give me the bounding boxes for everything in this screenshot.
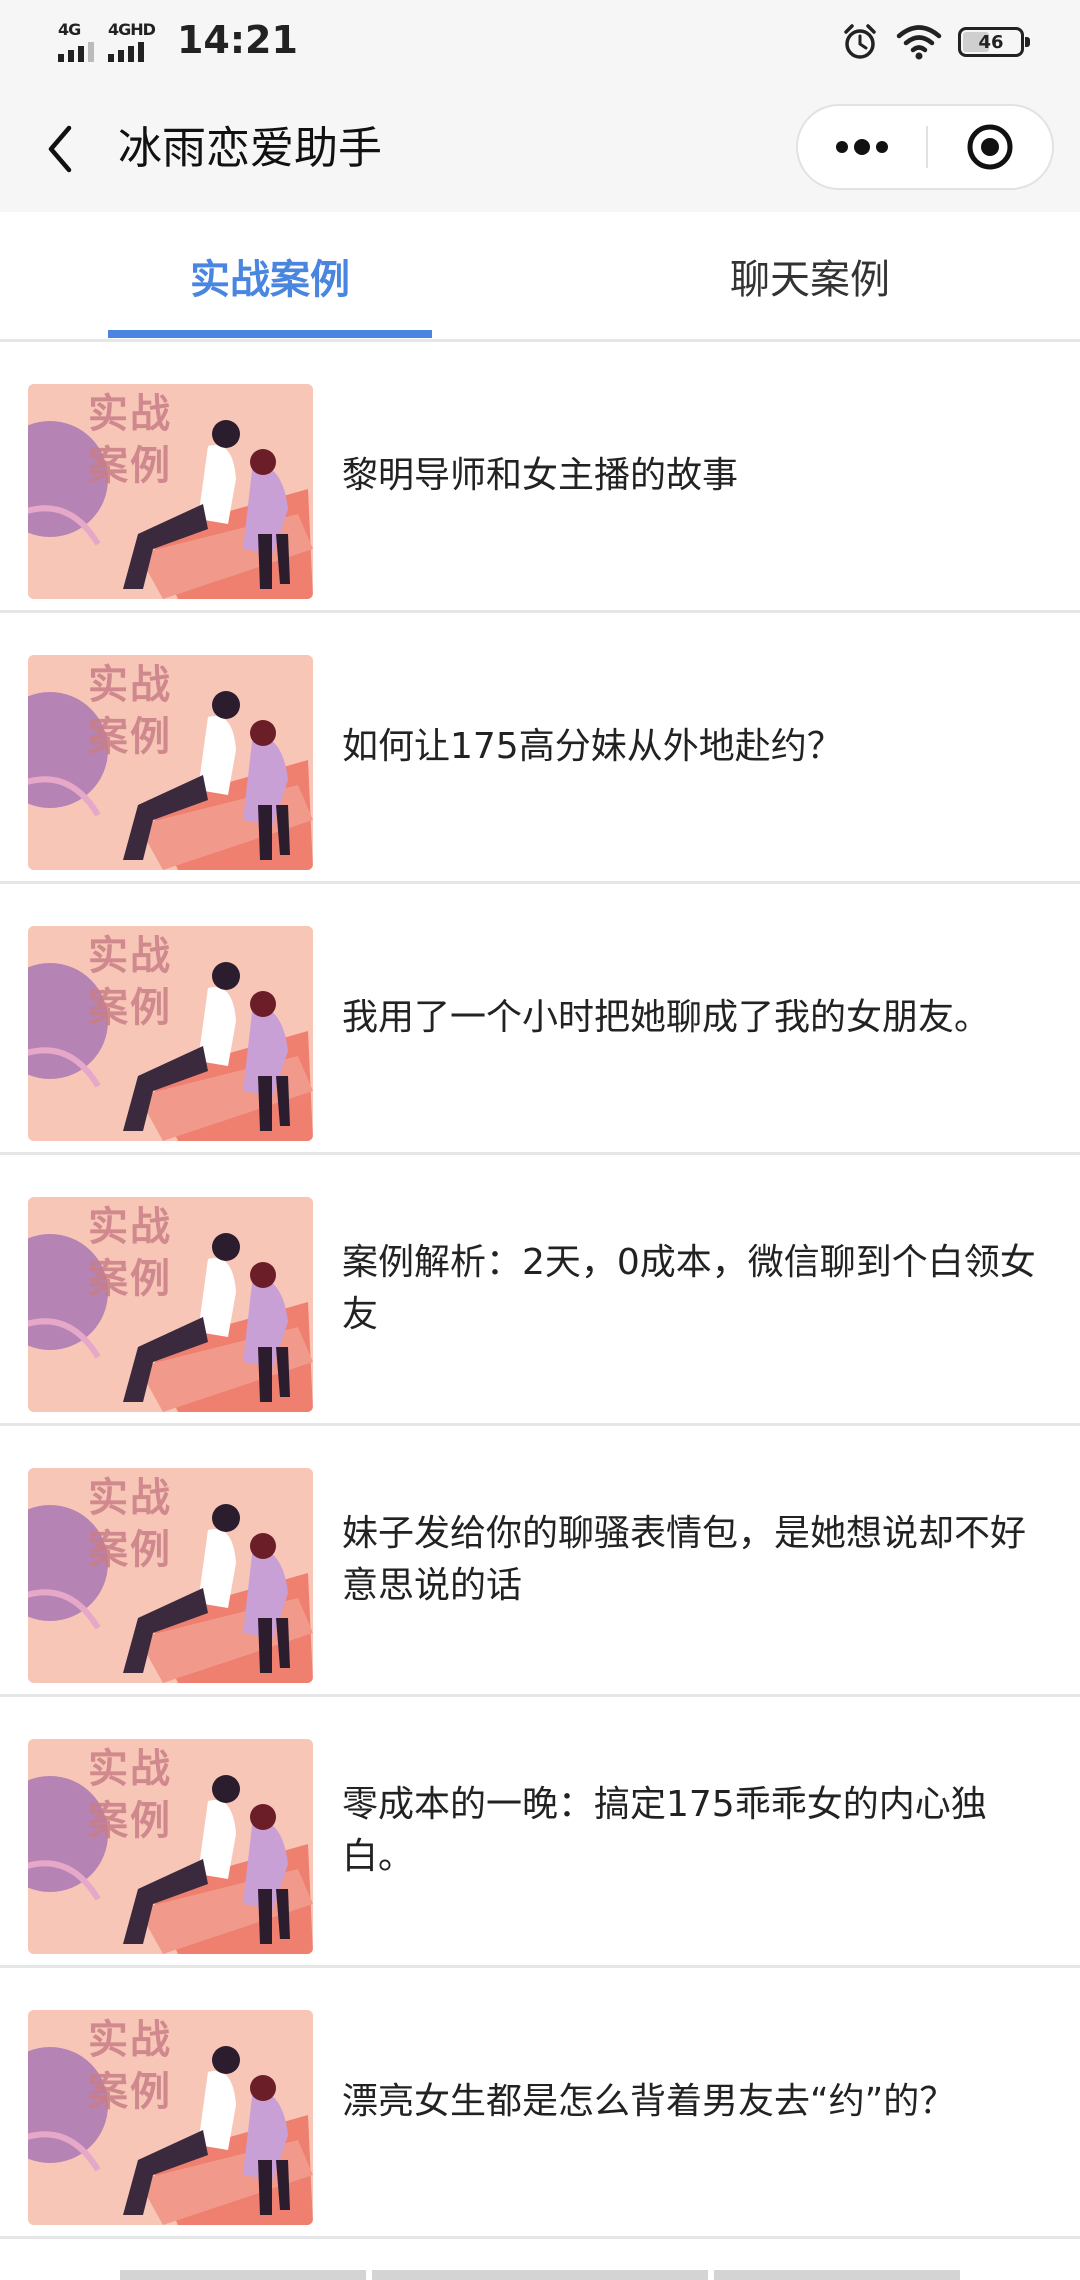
article-thumbnail: 实战 案例 bbox=[28, 1197, 313, 1412]
more-button[interactable] bbox=[798, 106, 926, 188]
chevron-left-icon bbox=[48, 125, 72, 173]
article-title: 漂亮女生都是怎么背着男友去“约”的？ bbox=[342, 2081, 956, 2122]
list-item[interactable]: 实战 案例 零成本的一晚：搞定175乖乖女的内心独白。 bbox=[0, 1697, 1080, 1968]
article-title: 我用了一个小时把她聊成了我的女朋友。 bbox=[342, 997, 991, 1038]
article-title: 妹子发给你的聊骚表情包，是她想说却不好意思说的话 bbox=[342, 1513, 1027, 1606]
battery-level: 46 bbox=[978, 31, 1004, 53]
article-title: 如何让175高分妹从外地赴约？ bbox=[342, 726, 843, 767]
thumbnail-caption: 实战 案例 bbox=[88, 933, 172, 1031]
thumbnail-caption: 实战 案例 bbox=[88, 1746, 172, 1844]
alarm-clock-icon bbox=[844, 24, 876, 59]
tab-chat-cases[interactable]: 聊天案例 bbox=[648, 212, 972, 339]
more-dots-icon bbox=[836, 139, 888, 155]
signal-icon: 4G bbox=[58, 22, 94, 62]
clock: 14:21 bbox=[176, 18, 298, 62]
tab-combat-cases[interactable]: 实战案例 bbox=[108, 212, 432, 339]
signal-label-2: 4GHD bbox=[108, 20, 156, 39]
article-title: 黎明导师和女主播的故事 bbox=[342, 455, 739, 496]
active-tab-indicator bbox=[108, 330, 432, 338]
article-thumbnail: 实战 案例 bbox=[28, 1468, 313, 1683]
article-title: 零成本的一晚：搞定175乖乖女的内心独白。 bbox=[342, 1784, 987, 1877]
close-mini-program-button[interactable] bbox=[928, 106, 1052, 188]
status-bar: 4G 4GHD 14:21 46 bbox=[0, 0, 1080, 86]
article-title: 案例解析：2天，0成本，微信聊到个白领女友 bbox=[342, 1242, 1036, 1335]
list-item[interactable]: 实战 案例 如何让175高分妹从外地赴约？ bbox=[0, 613, 1080, 884]
article-thumbnail: 实战 案例 bbox=[28, 2010, 313, 2225]
article-thumbnail: 实战 案例 bbox=[28, 655, 313, 870]
list-item[interactable]: 实战 案例 妹子发给你的聊骚表情包，是她想说却不好意思说的话 bbox=[0, 1426, 1080, 1697]
thumbnail-caption: 实战 案例 bbox=[88, 1204, 172, 1302]
thumbnail-caption: 实战 案例 bbox=[88, 1475, 172, 1573]
wifi-icon bbox=[896, 25, 942, 60]
target-circle-icon bbox=[967, 124, 1013, 170]
next-item-preview bbox=[120, 2270, 366, 2280]
battery-indicator: 46 bbox=[958, 27, 1030, 57]
article-thumbnail: 实战 案例 bbox=[28, 1739, 313, 1954]
page-title: 冰雨恋爱助手 bbox=[118, 123, 382, 174]
article-list: 实战 案例 黎明导师和女主播的故事 实战 案例 如何让175高分妹从外地赴约？ bbox=[0, 342, 1080, 2239]
next-item-preview bbox=[714, 2270, 960, 2280]
thumbnail-caption: 实战 案例 bbox=[88, 2017, 172, 2115]
back-button[interactable] bbox=[30, 114, 90, 184]
list-item[interactable]: 实战 案例 案例解析：2天，0成本，微信聊到个白领女友 bbox=[0, 1155, 1080, 1426]
mini-program-capsule bbox=[796, 104, 1054, 190]
list-item[interactable]: 实战 案例 我用了一个小时把她聊成了我的女朋友。 bbox=[0, 884, 1080, 1155]
signal-label-1: 4G bbox=[58, 20, 81, 39]
thumbnail-caption: 实战 案例 bbox=[88, 391, 172, 489]
thumbnail-caption: 实战 案例 bbox=[88, 662, 172, 760]
list-item[interactable]: 实战 案例 黎明导师和女主播的故事 bbox=[0, 342, 1080, 613]
article-thumbnail: 实战 案例 bbox=[28, 926, 313, 1141]
tab-bar: 实战案例 聊天案例 bbox=[0, 212, 1080, 342]
status-left: 4G 4GHD 14:21 bbox=[58, 18, 298, 62]
status-right: 46 bbox=[840, 22, 1030, 62]
list-item[interactable]: 实战 案例 漂亮女生都是怎么背着男友去“约”的？ bbox=[0, 1968, 1080, 2239]
article-thumbnail: 实战 案例 bbox=[28, 384, 313, 599]
signal-icon: 4GHD bbox=[108, 20, 156, 62]
nav-bar: 冰雨恋爱助手 bbox=[0, 86, 1080, 212]
next-item-preview bbox=[372, 2270, 708, 2280]
